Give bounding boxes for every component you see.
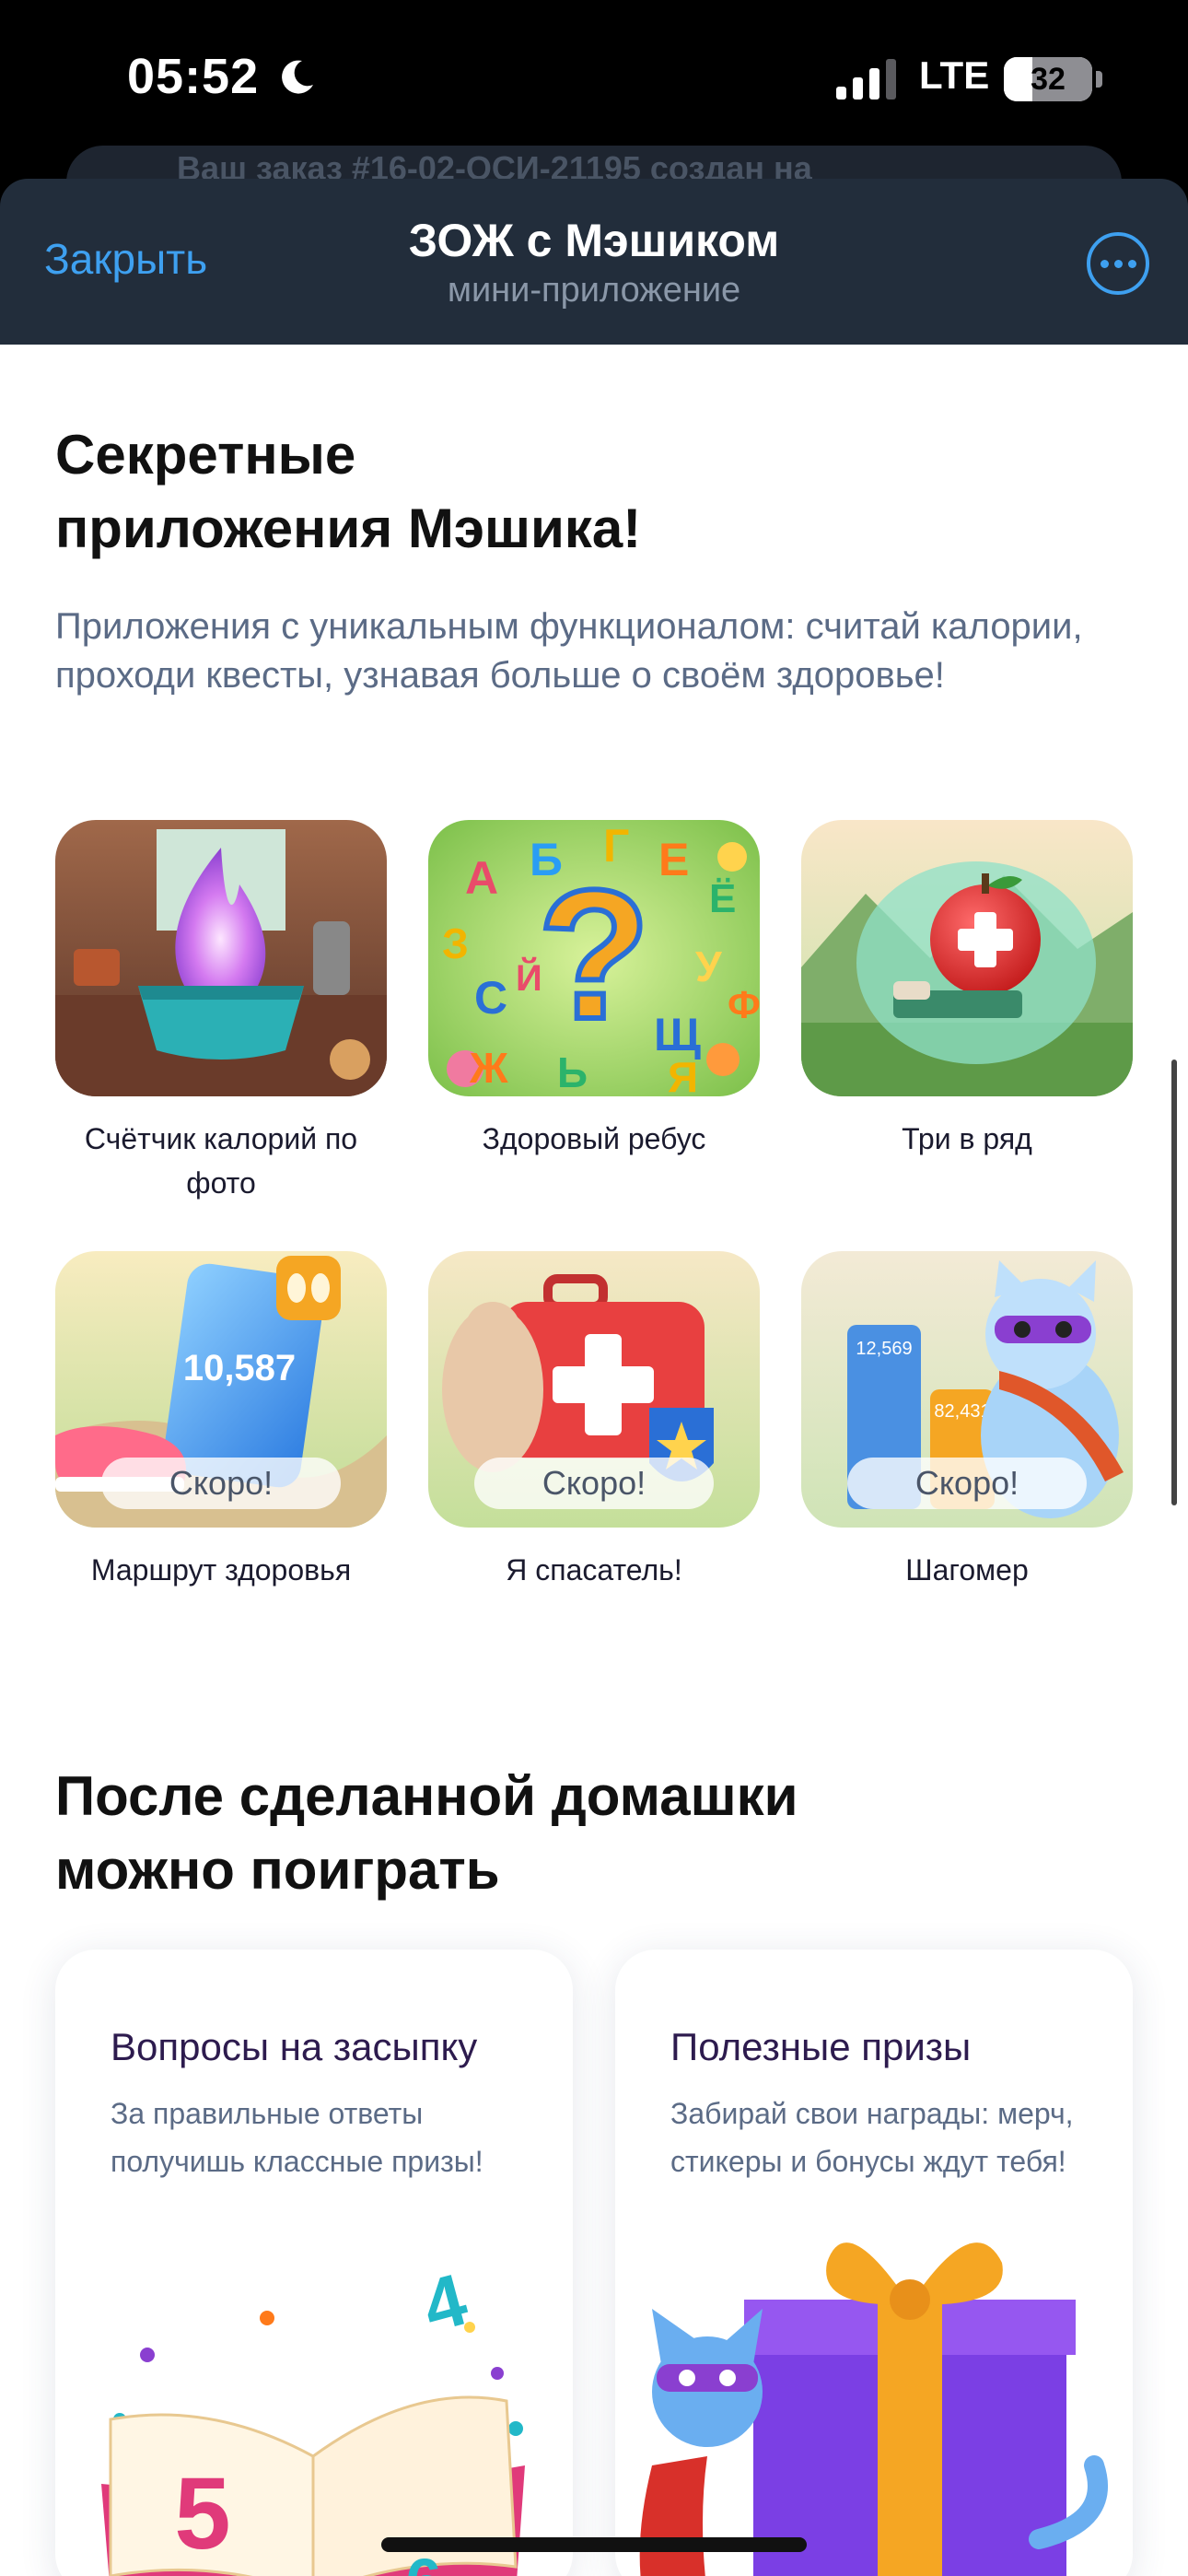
coming-soon-badge: Скоро!	[474, 1458, 714, 1509]
battery-icon: 32	[1004, 57, 1092, 101]
app-label-line: Три в ряд	[902, 1122, 1032, 1155]
rebus-letter: А	[465, 852, 498, 904]
app-tile-calorie-counter[interactable]	[55, 820, 387, 1096]
coming-soon-badge: Скоро!	[847, 1458, 1087, 1509]
mini-app-header: Закрыть ЗОЖ с Мэшиком мини-приложение	[0, 179, 1188, 345]
secret-apps-title: Секретные приложения Мэшика!	[55, 418, 641, 566]
app-label-line: Здоровый ребус	[482, 1122, 706, 1155]
more-dot-icon	[1100, 259, 1109, 268]
rebus-letter: Й	[516, 956, 542, 999]
games-title: После сделанной домашки можно поиграть	[55, 1760, 798, 1907]
pedometer-value-2: 82,431	[934, 1401, 990, 1422]
secret-apps-title-line1: Секретные	[55, 424, 356, 486]
app-tile-rescuer[interactable]: Скоро!	[428, 1251, 760, 1528]
quiz-digit-5: 5	[174, 2457, 230, 2570]
phone-screen: 05:52 LTE 32 Ваш заказ #16-02-ОСИ-21195 …	[0, 0, 1188, 2576]
app-label-pedometer: Шагомер	[801, 1548, 1133, 1592]
app-label-line: Я спасатель!	[506, 1553, 682, 1587]
app-tile-pedometer[interactable]: 12,569 82,431 Скоро!	[801, 1251, 1133, 1528]
more-options-button[interactable]	[1087, 232, 1149, 295]
rebus-letter: Ё	[709, 876, 736, 921]
gift-box-cat-illustration	[639, 2242, 1108, 2576]
game-card-description: За правильные ответы получишь классные п…	[111, 2097, 483, 2178]
more-dot-icon	[1127, 259, 1136, 268]
coming-soon-badge: Скоро!	[101, 1458, 341, 1509]
rebus-letter: Ф	[728, 983, 760, 1026]
app-label-rescuer: Я спасатель!	[428, 1548, 760, 1592]
apple-medkit-illustration	[801, 820, 1133, 1096]
cellular-signal-icon	[836, 59, 896, 100]
app-title: ЗОЖ с Мэшиком	[408, 215, 780, 266]
app-tile-match-three[interactable]	[801, 820, 1133, 1096]
app-label-calorie-counter: Счётчик калорий по фото	[55, 1117, 387, 1205]
rebus-letter: У	[695, 943, 723, 990]
app-tile-health-route[interactable]: 10,587 Скоро!	[55, 1251, 387, 1528]
app-subtitle: мини-приложение	[447, 271, 741, 310]
pedometer-value-1: 12,569	[856, 1339, 912, 1359]
games-title-line1: После сделанной домашки	[55, 1765, 798, 1827]
game-card-description: Забирай свои награды: мерч, стикеры и бо…	[670, 2097, 1074, 2178]
rebus-letter: Г	[603, 820, 629, 872]
game-card-title: Вопросы на засыпку	[111, 2025, 478, 2068]
route-step-count: 10,587	[183, 1348, 296, 1388]
battery-percent: 32	[1031, 62, 1066, 97]
app-label-line: фото	[186, 1166, 256, 1200]
open-book-illustration: 5 4 6	[101, 2258, 525, 2576]
moon-icon	[282, 60, 313, 94]
rebus-letter: З	[442, 919, 469, 967]
app-label-match-three: Три в ряд	[801, 1117, 1133, 1161]
app-label-line: Шагомер	[905, 1553, 1029, 1587]
scrollbar[interactable]	[1171, 1060, 1177, 1505]
app-label-line: Счётчик калорий по	[84, 1122, 358, 1155]
status-time: 05:52	[127, 49, 260, 104]
more-dot-icon	[1113, 259, 1123, 268]
app-tile-healthy-rebus[interactable]: ? А Б Г Е Ё З У С Й Ф Ж Щ Ь Я	[428, 820, 760, 1096]
games-title-line2: можно поиграть	[55, 1839, 500, 1901]
game-card-prizes[interactable]: Полезные призы Забирай свои награды: мер…	[615, 1950, 1133, 2576]
rebus-letter: Е	[658, 834, 689, 885]
alphabet-illustration: ? А Б Г Е Ё З У С Й Ф Ж Щ Ь Я	[428, 820, 760, 1096]
app-label-line: Маршрут здоровья	[90, 1553, 352, 1587]
secret-apps-description: Приложения с уникальным функционалом: сч…	[55, 606, 1083, 696]
rebus-letter: Я	[668, 1053, 698, 1096]
app-label-health-route: Маршрут здоровья	[55, 1548, 387, 1592]
main-content: Секретные приложения Мэшика! Приложения …	[0, 345, 1188, 2576]
app-label-healthy-rebus: Здоровый ребус	[428, 1117, 760, 1161]
game-card-title: Полезные призы	[670, 2025, 972, 2068]
secret-apps-title-line2: приложения Мэшика!	[55, 498, 642, 559]
rebus-letter: Ь	[557, 1048, 588, 1096]
network-type: LTE	[919, 53, 990, 97]
status-bar: 05:52 LTE 32	[0, 0, 1188, 157]
rebus-letter: Б	[530, 834, 563, 885]
quiz-digit-4: 4	[414, 2258, 476, 2348]
battery-tip	[1096, 71, 1102, 88]
game-card-quiz[interactable]: Вопросы на засыпку За правильные ответы …	[55, 1950, 573, 2576]
rebus-letter: Ж	[469, 1044, 508, 1092]
rebus-letter: С	[474, 972, 507, 1024]
home-indicator[interactable]	[381, 2537, 807, 2552]
fire-bowl-illustration	[55, 820, 387, 1096]
